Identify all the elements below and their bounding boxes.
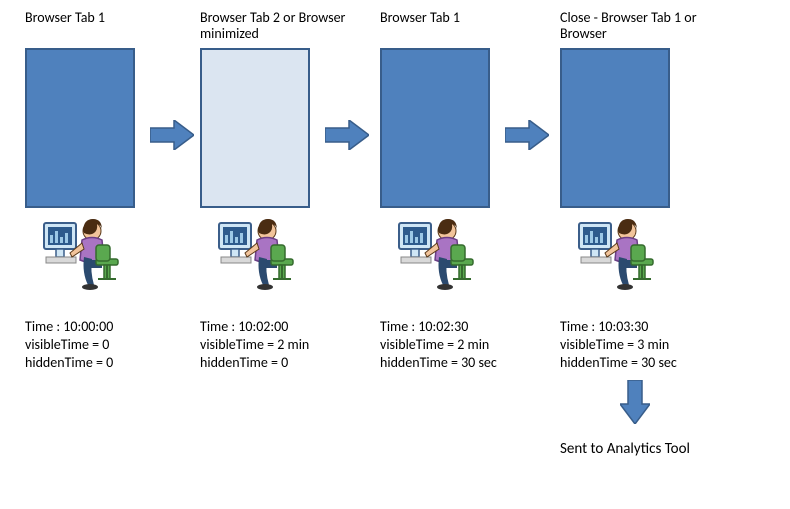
metrics-4-hidden: hiddenTime = 30 sec: [560, 354, 730, 372]
arrow-right-2: [325, 120, 369, 150]
stage-3-title: Browser Tab 1: [380, 10, 540, 44]
stage-1: Browser Tab 1: [25, 10, 185, 208]
metrics-3-visible: visibleTime = 2 min: [380, 336, 550, 354]
user-at-computer-icon-4: [575, 213, 655, 293]
stage-4-title: Close - Browser Tab 1 or Browser: [560, 10, 720, 44]
arrow-right-1: [150, 120, 194, 150]
metrics-3-time: Time : 10:02:30: [380, 318, 550, 336]
stage-4: Close - Browser Tab 1 or Browser: [560, 10, 720, 208]
browser-box-1: [25, 48, 135, 208]
metrics-3: Time : 10:02:30 visibleTime = 2 min hidd…: [380, 318, 550, 372]
stage-3: Browser Tab 1: [380, 10, 540, 208]
metrics-2: Time : 10:02:00 visibleTime = 2 min hidd…: [200, 318, 370, 372]
metrics-4-time: Time : 10:03:30: [560, 318, 730, 336]
metrics-2-visible: visibleTime = 2 min: [200, 336, 370, 354]
metrics-2-time: Time : 10:02:00: [200, 318, 370, 336]
metrics-1: Time : 10:00:00 visibleTime = 0 hiddenTi…: [25, 318, 195, 372]
metrics-3-hidden: hiddenTime = 30 sec: [380, 354, 550, 372]
user-at-computer-icon-1: [40, 213, 120, 293]
metrics-2-hidden: hiddenTime = 0: [200, 354, 370, 372]
user-at-computer-icon-3: [395, 213, 475, 293]
arrow-right-3: [505, 120, 549, 150]
metrics-4: Time : 10:03:30 visibleTime = 3 min hidd…: [560, 318, 730, 372]
metrics-4-visible: visibleTime = 3 min: [560, 336, 730, 354]
stage-1-title: Browser Tab 1: [25, 10, 185, 44]
metrics-1-time: Time : 10:00:00: [25, 318, 195, 336]
stage-2: Browser Tab 2 or Browser minimized: [200, 10, 360, 208]
stage-2-title: Browser Tab 2 or Browser minimized: [200, 10, 360, 44]
footer-sent-label: Sent to Analytics Tool: [560, 440, 690, 458]
metrics-1-visible: visibleTime = 0: [25, 336, 195, 354]
browser-box-3: [380, 48, 490, 208]
browser-box-4: [560, 48, 670, 208]
user-at-computer-icon-2: [215, 213, 295, 293]
arrow-down-icon: [620, 380, 650, 420]
browser-box-2: [200, 48, 310, 208]
metrics-1-hidden: hiddenTime = 0: [25, 354, 195, 372]
